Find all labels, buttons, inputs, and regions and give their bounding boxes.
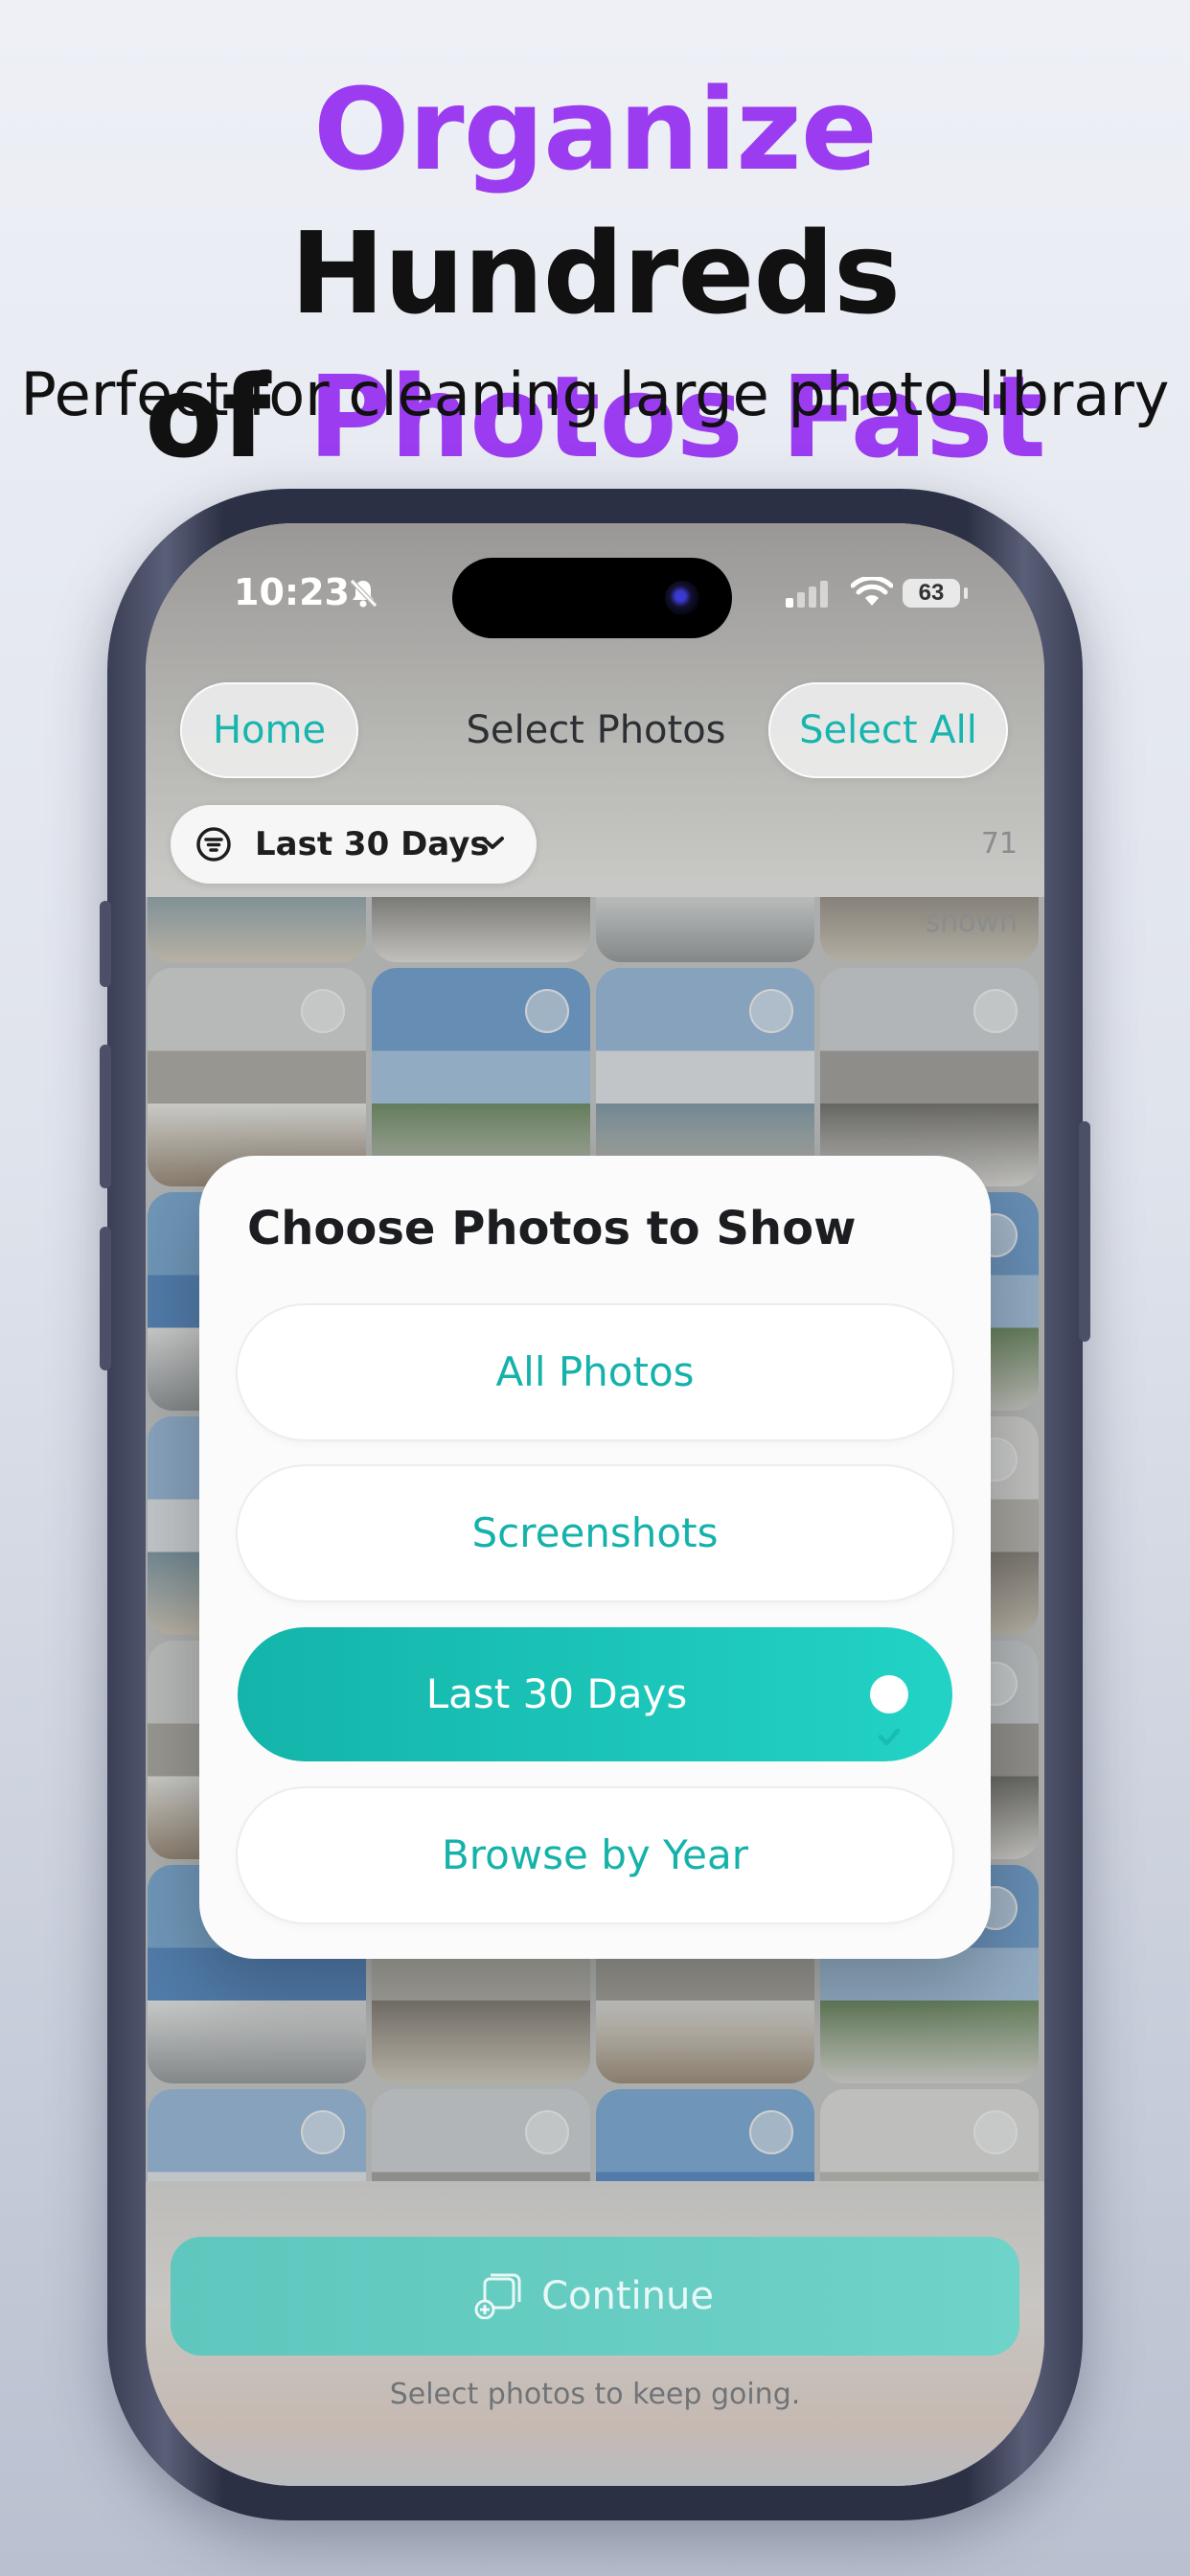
battery-indicator: 63 (903, 579, 960, 608)
choose-photos-modal: Choose Photos to Show All Photos Screens… (199, 1156, 991, 1959)
select-all-button[interactable]: Select All (768, 682, 1008, 778)
option-browse-by-year[interactable]: Browse by Year (238, 1788, 952, 1922)
chevron-down-icon (481, 837, 504, 849)
filter-dropdown[interactable]: Last 30 Days (171, 805, 537, 884)
continue-hint: Select photos to keep going. (389, 2378, 801, 2411)
page-title: Select Photos (466, 708, 726, 752)
action-button (100, 901, 111, 987)
option-label: Last 30 Days (425, 1670, 688, 1717)
camera-icon (665, 581, 699, 615)
continue-label: Continue (541, 2274, 714, 2318)
headline-line-1: Organize Hundreds (0, 58, 1190, 345)
signal-icon (786, 581, 828, 608)
battery-tip (964, 587, 968, 599)
continue-button[interactable]: Continue (171, 2237, 1019, 2356)
phone-screen: 10:23 63 Home Select Photos Select All L… (146, 523, 1044, 2486)
wifi-icon (851, 577, 893, 606)
headline-rest-1: Hundreds (289, 207, 901, 339)
bell-slash-icon (350, 579, 378, 608)
power-button (1079, 1121, 1090, 1342)
option-screenshots[interactable]: Screenshots (238, 1466, 952, 1600)
option-all-photos[interactable]: All Photos (238, 1305, 952, 1439)
option-label: Browse by Year (441, 1831, 749, 1878)
modal-title: Choose Photos to Show (247, 1202, 857, 1255)
shown-count: 71 shown (925, 827, 1018, 939)
filter-label: Last 30 Days (255, 825, 490, 863)
option-label: Screenshots (471, 1509, 719, 1556)
volume-up-button (100, 1045, 111, 1188)
promo-subheadline: Perfect for cleaning large photo library (20, 359, 1170, 429)
filter-icon (196, 827, 231, 862)
phone-frame: 10:23 63 Home Select Photos Select All L… (100, 489, 1090, 2520)
dynamic-island (452, 558, 732, 638)
checkmark-icon (870, 1675, 908, 1746)
home-button[interactable]: Home (180, 682, 358, 778)
headline-accent-1: Organize (313, 63, 878, 196)
option-label: All Photos (495, 1348, 695, 1395)
photo-stack-add-icon (474, 2273, 521, 2319)
volume-down-button (100, 1227, 111, 1370)
status-time: 10:23 (234, 571, 350, 613)
option-last-30-days[interactable]: Last 30 Days (238, 1627, 952, 1761)
